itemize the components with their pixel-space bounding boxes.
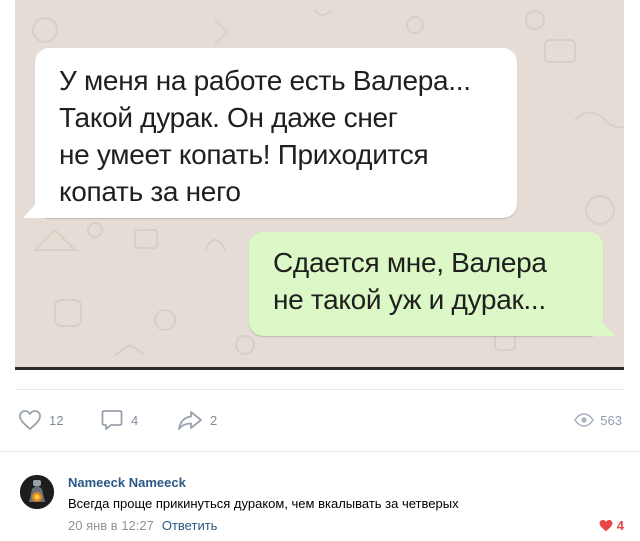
incoming-message-line: У меня на работе есть Валера... [59,65,471,96]
incoming-message-line: не умеет копать! Приходится [59,139,429,170]
comment-icon [101,410,123,430]
incoming-message-line: копать за него [59,176,241,207]
comment-author[interactable]: Nameeck Nameeck [68,475,186,490]
heart-icon [599,519,613,532]
like-count: 12 [49,412,64,428]
views-count: 563 [600,412,622,428]
heart-icon [19,410,41,430]
reply-button[interactable]: Ответить [162,518,218,533]
share-arrow-icon [178,411,202,430]
comment-count: 4 [131,412,139,428]
comment-date[interactable]: 20 янв в 12:27 [68,518,154,533]
post-image[interactable]: У меня на работе есть Валера... Такой ду… [15,0,624,370]
outgoing-message-bubble: Сдается мне, Валера не такой уж и дурак.… [249,232,615,336]
comments-divider [0,451,640,452]
share-button[interactable]: 2 [177,405,217,435]
actions-divider [15,389,624,390]
eye-icon [574,413,595,427]
comment-text: Всегда проще прикинуться дураком, чем вк… [68,496,459,511]
comment-like-count: 4 [616,518,624,533]
avatar-image [20,475,54,509]
outgoing-message-line: Сдается мне, Валера [273,247,547,278]
views-counter: 563 [574,405,622,435]
incoming-message-line: Такой дурак. Он даже снег [59,102,398,133]
outgoing-message-line: не такой уж и дурак... [273,284,546,315]
comment-like-button[interactable]: 4 [599,518,624,533]
share-count: 2 [210,412,218,428]
avatar[interactable] [20,475,54,509]
comment-button[interactable]: 4 [100,405,138,435]
outgoing-bubble-tail [591,310,615,336]
incoming-message-bubble: У меня на работе есть Валера... Такой ду… [23,48,517,218]
comment-meta: 20 янв в 12:27 Ответить [68,518,217,533]
like-button[interactable]: 12 [18,405,63,435]
incoming-bubble-tail [23,192,47,218]
post-actions-bar: 12 4 2 563 [15,405,624,435]
